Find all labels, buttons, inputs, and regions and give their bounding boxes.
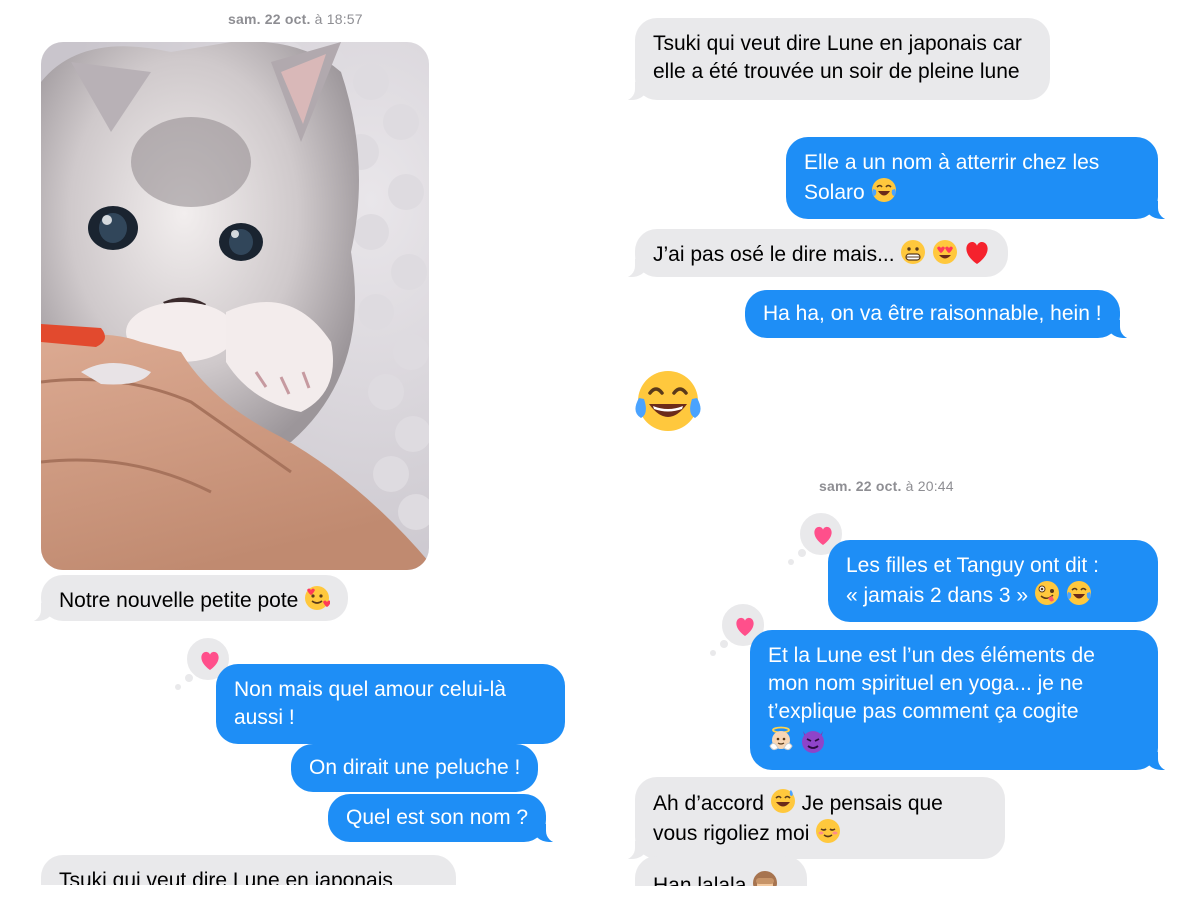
tears-of-joy-emoji xyxy=(871,178,896,202)
message-out-plush[interactable]: On dirait une peluche ! xyxy=(291,744,539,792)
heart-eyes-emoji xyxy=(933,240,958,264)
photo-caption-text: Notre nouvelle petite pote xyxy=(59,589,299,612)
message-text: Ha ha, on va être raisonnable, hein ! xyxy=(763,302,1102,325)
message-text: Ah d’accord xyxy=(653,792,764,815)
relieved-smile-emoji xyxy=(816,819,841,843)
message-in-ah-daccord[interactable]: Ah d’accord Je pensais que vous rigoliez… xyxy=(613,777,1005,860)
message-out-reasonable[interactable]: Ha ha, on va être raisonnable, hein ! xyxy=(745,290,1142,339)
message-out-name-question[interactable]: Quel est son nom ? xyxy=(328,794,569,843)
heart-tapback-icon xyxy=(736,617,754,636)
message-text: Tsuki qui veut dire Lune en japonais xyxy=(59,869,393,885)
message-in-dare[interactable]: J’ai pas osé le dire mais... xyxy=(612,229,1009,278)
message-in-cut[interactable]: Tsuki qui veut dire Lune en japonais xyxy=(41,855,456,885)
kitten-photo[interactable] xyxy=(41,42,429,570)
message-text: Han lalala xyxy=(653,874,747,886)
zany-face-emoji xyxy=(1034,581,1059,605)
heart-tapback-icon xyxy=(201,651,219,670)
smiling-face-with-hearts-emoji xyxy=(305,586,331,610)
grimacing-emoji xyxy=(901,240,926,264)
message-in-tsuki[interactable]: Tsuki qui veut dire Lune en japonais car… xyxy=(613,18,1050,101)
baby-angel-emoji xyxy=(769,726,793,751)
message-text: Non mais quel amour celui-là aussi ! xyxy=(234,678,506,729)
timestamp-right: sam. 22 oct. à 20:44 xyxy=(819,478,954,494)
message-text: « jamais 2 dans 3 » xyxy=(846,584,1029,607)
smiling-imp-emoji xyxy=(801,731,824,753)
tears-of-joy-emoji xyxy=(1066,581,1091,605)
message-text: Quel est son nom ? xyxy=(346,806,529,829)
message-in-han-lalala[interactable]: Han lalala xyxy=(635,856,807,886)
heart-tapback-icon xyxy=(814,526,832,545)
message-out-jamais[interactable]: Les filles et Tanguy ont dit : « jamais … xyxy=(828,540,1158,622)
message-text: Et la Lune est l’un des éléments de mon … xyxy=(768,644,1095,723)
message-text: J’ai pas osé le dire mais... xyxy=(653,243,895,266)
message-out-love[interactable]: Non mais quel amour celui-là aussi ! xyxy=(216,664,565,744)
see-no-evil-monkey-emoji xyxy=(753,871,778,886)
grinning-sweat-emoji xyxy=(770,789,795,813)
message-text: Les filles et Tanguy ont dit : xyxy=(846,554,1099,577)
tears-of-joy-emoji xyxy=(635,371,701,431)
red-heart-emoji xyxy=(966,241,988,264)
photo-caption-bubble[interactable]: Notre nouvelle petite pote xyxy=(18,575,349,622)
timestamp-left: sam. 22 oct. à 18:57 xyxy=(228,11,363,27)
message-text: On dirait une peluche ! xyxy=(309,756,521,779)
message-out-solaro[interactable]: Elle a un nom à atterrir chez les Solaro xyxy=(786,137,1180,220)
message-text: Elle a un nom à atterrir chez les Solaro xyxy=(804,151,1100,204)
message-text: Tsuki qui veut dire Lune en japonais car… xyxy=(653,32,1022,83)
message-out-yoga[interactable]: Et la Lune est l’un des éléments de mon … xyxy=(750,630,1180,771)
